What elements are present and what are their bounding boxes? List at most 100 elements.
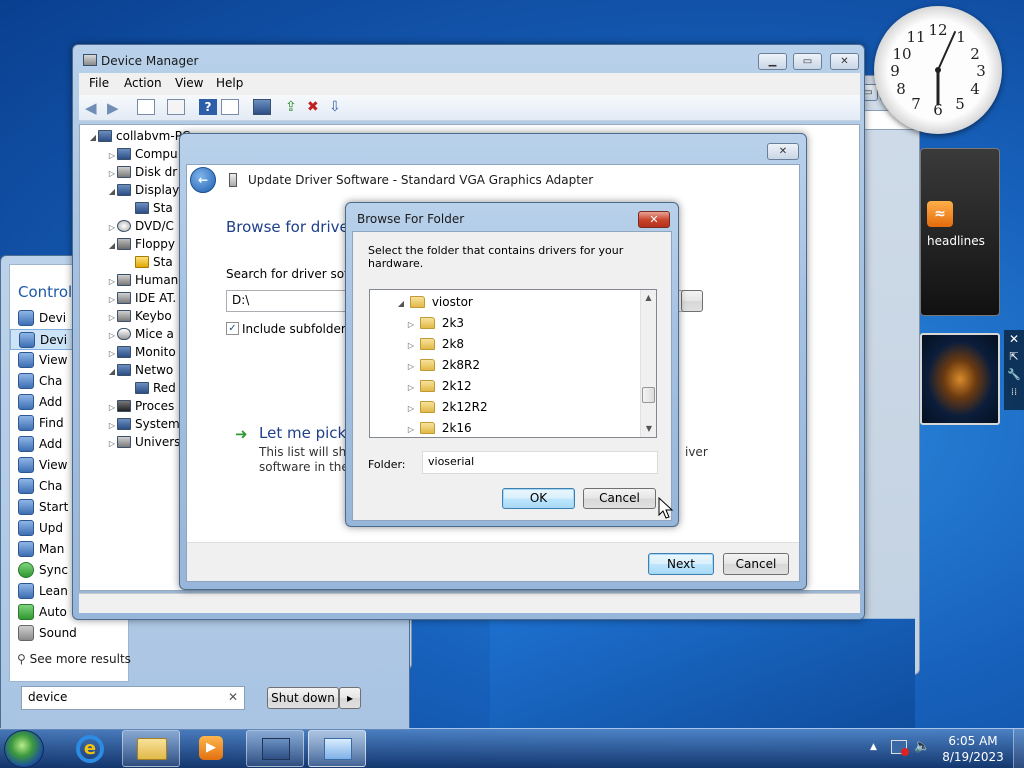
menu-action[interactable]: Action bbox=[124, 76, 162, 90]
shutdown-options-button[interactable]: ▸ bbox=[339, 687, 361, 709]
tree-root[interactable]: ◢ collabvm-PC bbox=[88, 127, 190, 145]
folder-tree-scrollbar[interactable]: ▲ ▼ bbox=[640, 290, 656, 437]
taskbar-clock[interactable]: 6:05 AM 8/19/2023 bbox=[938, 733, 1008, 765]
see-more-results-link[interactable]: ⚲ See more results bbox=[17, 652, 131, 666]
expanded-icon[interactable]: ◢ bbox=[88, 129, 98, 147]
scroll-up-icon[interactable]: ▲ bbox=[641, 290, 656, 306]
collapsed-icon[interactable]: ▷ bbox=[406, 336, 416, 356]
clear-search-icon[interactable]: ✕ bbox=[228, 690, 238, 704]
help-icon[interactable]: ? bbox=[199, 99, 217, 115]
control-panel-item[interactable]: Auto bbox=[10, 602, 67, 623]
control-panel-item[interactable]: Man bbox=[10, 539, 64, 560]
scroll-down-icon[interactable]: ▼ bbox=[641, 421, 657, 437]
uninstall-icon[interactable]: ✖ bbox=[307, 99, 325, 115]
tree-item[interactable]: Sta bbox=[125, 253, 173, 271]
tree-item[interactable]: ▷ IDE AT. bbox=[107, 289, 176, 307]
folder-tree-item[interactable]: ▷ 2k3 bbox=[406, 313, 464, 333]
control-panel-item[interactable]: Add bbox=[10, 392, 62, 413]
view-icon[interactable] bbox=[221, 99, 239, 115]
start-orb-icon[interactable] bbox=[4, 730, 44, 768]
tree-item[interactable]: ◢ Floppy bbox=[107, 235, 175, 253]
control-panel-taskbar-button[interactable] bbox=[308, 730, 366, 767]
volume-muted-icon[interactable]: 🔈 bbox=[914, 739, 930, 754]
menu-file[interactable]: File bbox=[89, 76, 109, 90]
tree-item[interactable]: ▷ Human bbox=[107, 271, 178, 289]
pick-driver-link[interactable]: Let me pick f bbox=[259, 424, 356, 442]
tree-item[interactable]: ▷ Mice a bbox=[107, 325, 174, 343]
update-driver-icon[interactable]: ⇪ bbox=[285, 99, 303, 115]
properties-icon[interactable] bbox=[167, 99, 185, 115]
maximize-button[interactable]: ▭ bbox=[793, 53, 822, 70]
expanded-icon[interactable]: ◢ bbox=[107, 237, 117, 255]
show-hide-tree-icon[interactable] bbox=[137, 99, 155, 115]
ok-button[interactable]: OK bbox=[502, 488, 575, 509]
collapsed-icon[interactable]: ▷ bbox=[406, 357, 416, 377]
scroll-thumb[interactable] bbox=[642, 387, 655, 403]
browse-folder-close-button[interactable]: ✕ bbox=[638, 211, 670, 228]
show-desktop-button[interactable] bbox=[1013, 729, 1024, 768]
control-panel-item[interactable]: Find bbox=[10, 413, 64, 434]
gadget-size-icon[interactable]: ⇱ bbox=[1004, 348, 1024, 366]
folder-tree-item[interactable]: ▷ 2k12 bbox=[406, 376, 472, 396]
control-panel-item[interactable]: View bbox=[10, 350, 67, 371]
back-arrow-icon[interactable]: ◀ bbox=[85, 99, 103, 117]
tree-item[interactable]: ▷ Compu bbox=[107, 145, 178, 163]
update-driver-close-button[interactable]: ✕ bbox=[767, 143, 799, 160]
collapsed-icon[interactable]: ▷ bbox=[406, 420, 416, 436]
shutdown-button[interactable]: Shut down bbox=[267, 687, 339, 709]
tree-item[interactable]: ◢ Display bbox=[107, 181, 179, 199]
expanded-icon[interactable]: ◢ bbox=[107, 183, 117, 201]
gadget-drag-icon[interactable]: ⁞⁞ bbox=[1004, 384, 1024, 402]
back-arrow-icon[interactable]: ← bbox=[190, 167, 216, 193]
collapsed-icon[interactable]: ▷ bbox=[107, 435, 117, 453]
tree-item[interactable]: ▷ DVD/C bbox=[107, 217, 174, 235]
tree-item[interactable]: ▷ Proces bbox=[107, 397, 174, 415]
media-player-icon[interactable]: ▶ bbox=[192, 731, 232, 767]
folder-tree-item[interactable]: ▷ 2k8 bbox=[406, 334, 464, 354]
control-panel-item[interactable]: Sync bbox=[10, 560, 68, 581]
expanded-icon[interactable]: ◢ bbox=[107, 363, 117, 381]
start-search-input[interactable]: device ✕ bbox=[21, 686, 245, 710]
minimize-button[interactable]: ▁ bbox=[758, 53, 787, 70]
collapsed-icon[interactable]: ▷ bbox=[406, 378, 416, 398]
include-subfolders-checkbox[interactable]: ✓ bbox=[226, 322, 239, 335]
menu-view[interactable]: View bbox=[175, 76, 203, 90]
control-panel-item[interactable]: Add bbox=[10, 434, 62, 455]
folder-input[interactable]: vioserial bbox=[422, 451, 658, 474]
forward-arrow-icon[interactable]: ▶ bbox=[107, 99, 125, 117]
next-button[interactable]: Next bbox=[648, 553, 714, 575]
collapsed-icon[interactable]: ▷ bbox=[406, 399, 416, 419]
menu-help[interactable]: Help bbox=[216, 76, 243, 90]
expanded-icon[interactable]: ◢ bbox=[396, 294, 406, 314]
tree-item[interactable]: ▷ System bbox=[107, 415, 180, 433]
tree-item[interactable]: ◢ Netwo bbox=[107, 361, 173, 379]
internet-explorer-icon[interactable]: e bbox=[70, 731, 110, 767]
cancel-button[interactable]: Cancel bbox=[723, 553, 789, 575]
control-panel-item[interactable]: Upd bbox=[10, 518, 63, 539]
gadget-options-icon[interactable]: 🔧 bbox=[1004, 366, 1024, 384]
folder-tree-item[interactable]: ▷ 2k8R2 bbox=[406, 355, 480, 375]
collapsed-icon[interactable]: ▷ bbox=[406, 315, 416, 335]
tree-item[interactable]: Red bbox=[125, 379, 176, 397]
control-panel-item[interactable]: Start bbox=[10, 497, 68, 518]
gadget-close-icon[interactable]: ✕ bbox=[1004, 330, 1024, 348]
folder-tree-item[interactable]: ▷ 2k12R2 bbox=[406, 397, 488, 417]
folder-tree-item[interactable]: ▷ 2k16 bbox=[406, 418, 472, 436]
control-panel-item[interactable]: Sound bbox=[10, 623, 77, 644]
tree-item[interactable]: ▷ Univers bbox=[107, 433, 180, 451]
browse-button[interactable] bbox=[681, 290, 703, 312]
control-panel-item[interactable]: Cha bbox=[10, 476, 62, 497]
windows-explorer-taskbar-button[interactable] bbox=[122, 730, 180, 767]
scan-hardware-icon[interactable] bbox=[253, 99, 271, 115]
tree-item[interactable]: ▷ Disk dr bbox=[107, 163, 177, 181]
enable-device-icon[interactable]: ⇩ bbox=[329, 99, 347, 115]
cancel-button[interactable]: Cancel bbox=[583, 488, 656, 509]
control-panel-item[interactable]: Lean bbox=[10, 581, 68, 602]
tree-item[interactable]: Sta bbox=[125, 199, 173, 217]
tree-item[interactable]: ▷ Monito bbox=[107, 343, 176, 361]
control-panel-item[interactable]: View bbox=[10, 455, 67, 476]
control-panel-item[interactable]: Devi bbox=[10, 308, 66, 329]
control-panel-item[interactable]: Cha bbox=[10, 371, 62, 392]
close-button[interactable]: ✕ bbox=[830, 53, 859, 70]
folder-tree-parent[interactable]: ◢ viostor bbox=[396, 292, 473, 312]
